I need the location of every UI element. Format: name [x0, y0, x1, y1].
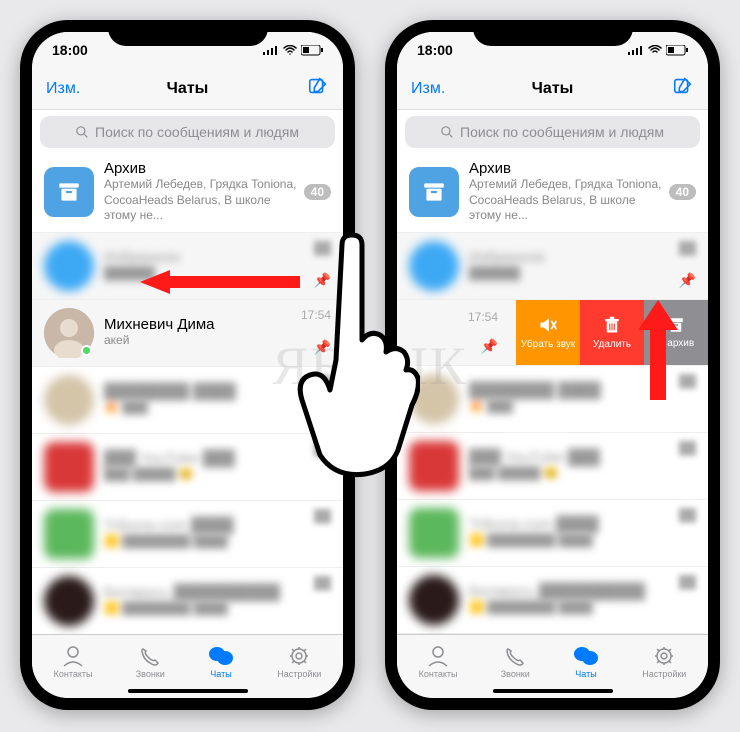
gear-icon: [652, 645, 676, 667]
compose-icon: [672, 75, 694, 97]
signal-icon: [628, 45, 644, 55]
online-indicator: [81, 345, 92, 356]
contact-icon: [426, 645, 450, 667]
chats-icon: [208, 645, 234, 667]
search-input[interactable]: Поиск по сообщениям и людям: [40, 116, 335, 148]
home-indicator[interactable]: [493, 689, 613, 693]
trash-icon: [603, 315, 621, 335]
search-input[interactable]: Поиск по сообщениям и людям: [405, 116, 700, 148]
battery-icon: [666, 45, 688, 56]
swipe-arrow-icon: [140, 270, 300, 294]
archive-row[interactable]: Архив Артемий Лебедев, Грядка Toniona, C…: [32, 152, 343, 233]
tab-contacts[interactable]: Контакты: [419, 645, 458, 679]
hand-pointer-icon: [290, 230, 420, 480]
archive-icon: [409, 167, 459, 217]
compose-icon: [307, 75, 329, 97]
avatar: [44, 509, 94, 559]
archive-title: Архив: [104, 160, 304, 177]
search-icon: [76, 126, 89, 139]
search-icon: [441, 126, 454, 139]
search-placeholder: Поиск по сообщениям и людям: [95, 124, 299, 140]
page-title: Чаты: [532, 80, 574, 98]
mute-button[interactable]: Убрать звук: [516, 300, 580, 365]
compose-button[interactable]: [307, 75, 329, 102]
archive-badge: 40: [669, 184, 696, 200]
chats-icon: [573, 645, 599, 667]
archive-sub: Артемий Лебедев, Грядка Toniona, CocoaHe…: [469, 177, 669, 224]
archive-badge: 40: [304, 184, 331, 200]
battery-icon: [301, 45, 323, 56]
avatar: [409, 575, 459, 625]
header: Изм. Чаты: [32, 68, 343, 110]
signal-icon: [263, 45, 279, 55]
gear-icon: [287, 645, 311, 667]
status-icons: [628, 45, 688, 56]
archive-row[interactable]: Архив Артемий Лебедев, Грядка Toniona, C…: [397, 152, 708, 233]
phone-right: 18:00 Изм. Чаты Поиск по сообщениям и лю…: [385, 20, 720, 710]
wifi-icon: [648, 45, 662, 55]
pin-icon: 📌: [679, 272, 696, 289]
contact-icon: [61, 645, 85, 667]
tab-settings[interactable]: Настройки: [277, 645, 321, 679]
chat-row-blurred[interactable]: Беларусь ██████████🟨 ████████ ██████: [32, 568, 343, 634]
avatar: [44, 375, 94, 425]
notch: [108, 20, 268, 46]
page-title: Чаты: [167, 80, 209, 98]
chat-row-blurred[interactable]: Избранное██████ ██ 📌: [397, 233, 708, 300]
wifi-icon: [283, 45, 297, 55]
tap-arrow-icon: [638, 300, 678, 400]
status-time: 18:00: [52, 42, 88, 58]
phone-icon: [503, 645, 527, 667]
home-indicator[interactable]: [128, 689, 248, 693]
chat-row-blurred[interactable]: Tribuna.com ████🟨 ████████ ██████: [397, 500, 708, 567]
avatar: [44, 308, 94, 358]
edit-button[interactable]: Изм.: [46, 80, 80, 98]
tab-calls[interactable]: Звонки: [501, 645, 530, 679]
archive-icon: [44, 167, 94, 217]
avatar: [409, 508, 459, 558]
edit-button[interactable]: Изм.: [411, 80, 445, 98]
chat-time: 17:54: [468, 310, 498, 324]
chat-row-blurred[interactable]: Беларусь ██████████🟨 ████████ ██████: [397, 567, 708, 634]
status-time: 18:00: [417, 42, 453, 58]
tab-calls[interactable]: Звонки: [136, 645, 165, 679]
chat-row-blurred[interactable]: ███ YouTube ██████ █████ 😊██: [397, 433, 708, 500]
chat-row-blurred[interactable]: Tribuna.com ████🟨 ████████ ██████: [32, 501, 343, 568]
notch: [473, 20, 633, 46]
status-icons: [263, 45, 323, 56]
phone-icon: [138, 645, 162, 667]
avatar: [44, 576, 94, 626]
tab-contacts[interactable]: Контакты: [54, 645, 93, 679]
delete-button[interactable]: Удалить: [580, 300, 644, 365]
compose-button[interactable]: [672, 75, 694, 102]
tab-chats[interactable]: Чаты: [208, 645, 234, 679]
tab-chats[interactable]: Чаты: [573, 645, 599, 679]
tab-settings[interactable]: Настройки: [642, 645, 686, 679]
search-placeholder: Поиск по сообщениям и людям: [460, 124, 664, 140]
avatar: [44, 442, 94, 492]
archive-title: Архив: [469, 160, 669, 177]
pin-icon: 📌: [481, 338, 498, 355]
header: Изм. Чаты: [397, 68, 708, 110]
avatar: [44, 241, 94, 291]
mute-icon: [538, 315, 558, 335]
archive-sub: Артемий Лебедев, Грядка Toniona, CocoaHe…: [104, 177, 304, 224]
